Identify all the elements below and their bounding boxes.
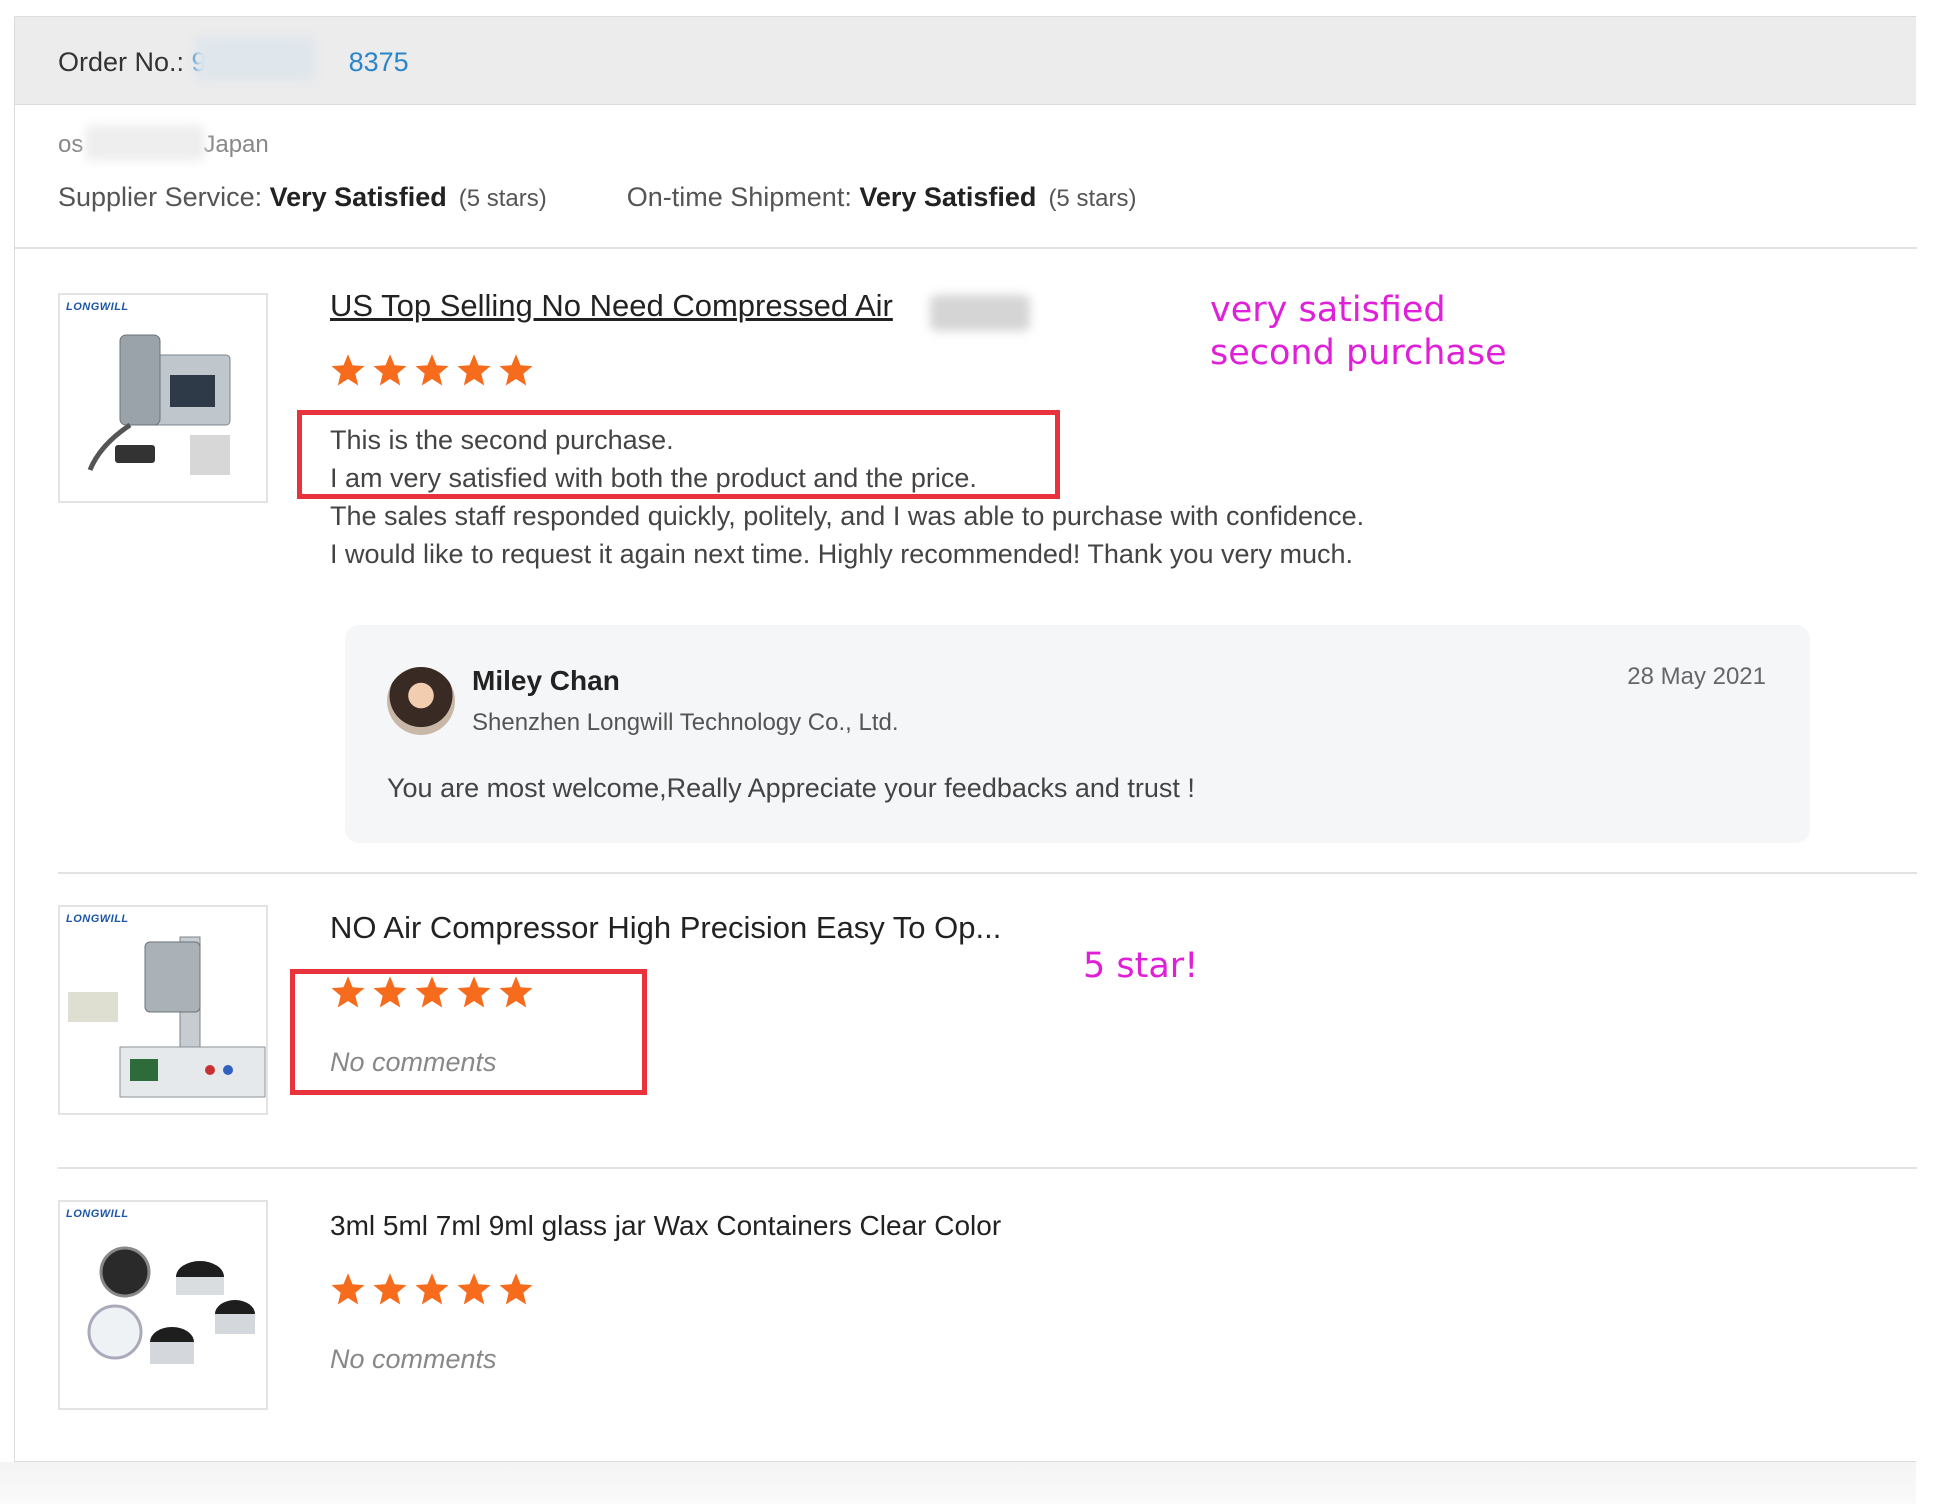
rating-stars: [330, 1271, 534, 1307]
annotation-note: very satisfied second purchase: [1210, 290, 1507, 373]
product-title[interactable]: 3ml 5ml 7ml 9ml glass jar Wax Containers…: [330, 1210, 1001, 1242]
star-icon: [415, 354, 449, 386]
divider: [15, 247, 1917, 249]
buyer-name-redaction: [85, 125, 205, 161]
dispensing-machine-image: [68, 936, 266, 1098]
order-label: Order No.:: [58, 47, 192, 77]
review-line: The sales staff responded quickly, polit…: [330, 501, 1365, 531]
reply-author: Miley Chan: [472, 665, 620, 696]
brand-logo: LONGWILL: [66, 301, 129, 313]
annotation-note: 5 star!: [1083, 946, 1199, 986]
star-icon: [373, 354, 407, 386]
star-icon: [457, 1273, 491, 1305]
avatar: [387, 667, 455, 735]
shipment-label: On-time Shipment:: [626, 182, 860, 212]
annotation-box: [297, 410, 1060, 499]
star-icon: [499, 1273, 533, 1305]
shipment-stars: (5 stars): [1048, 185, 1137, 212]
order-number-redaction: [195, 37, 315, 81]
divider: [58, 1167, 1917, 1169]
title-redaction: [930, 295, 1030, 331]
overall-ratings: Supplier Service: Very Satisfied (5 stars…: [58, 182, 1136, 213]
supplier-service-value: Very Satisfied: [269, 182, 447, 212]
product-thumbnail[interactable]: LONGWILL: [58, 905, 268, 1115]
divider: [58, 872, 1917, 874]
reply-company: Shenzhen Longwill Technology Co., Ltd.: [472, 709, 899, 736]
order-header: Order No.: 9038375: [15, 17, 1916, 105]
buyer-name: os: [58, 131, 84, 158]
filling-machine-image: [87, 334, 231, 475]
star-icon: [499, 354, 533, 386]
star-icon: [457, 354, 491, 386]
reply-text: You are most welcome,Really Appreciate y…: [387, 773, 1195, 803]
reply-date: 28 May 2021: [1627, 663, 1766, 690]
page-bottom: [0, 1462, 1916, 1504]
brand-logo: LONGWILL: [66, 913, 129, 925]
review-line: I would like to request it again next ti…: [330, 539, 1353, 569]
star-icon: [373, 1273, 407, 1305]
rating-stars: [330, 352, 534, 388]
product-thumbnail[interactable]: LONGWILL: [58, 1200, 268, 1410]
shipment-value: Very Satisfied: [859, 182, 1037, 212]
annotation-box: [290, 969, 647, 1095]
supplier-service-stars: (5 stars): [458, 185, 547, 212]
no-comments-text: No comments: [330, 1344, 497, 1374]
product-title[interactable]: NO Air Compressor High Precision Easy To…: [330, 910, 1001, 946]
product-thumbnail[interactable]: LONGWILL: [58, 293, 268, 503]
product-title-link[interactable]: US Top Selling No Need Compressed Air: [330, 288, 893, 324]
star-icon: [331, 354, 365, 386]
brand-logo: LONGWILL: [66, 1208, 129, 1220]
star-icon: [331, 1273, 365, 1305]
star-icon: [415, 1273, 449, 1305]
glass-jars-image: [87, 1246, 255, 1364]
supplier-reply: Miley Chan Shenzhen Longwill Technology …: [345, 625, 1810, 843]
buyer-country: Japan: [203, 131, 269, 158]
supplier-service-label: Supplier Service:: [58, 182, 270, 212]
order-review-card: Order No.: 9038375 os Japan Supplier Serv…: [14, 16, 1917, 1462]
